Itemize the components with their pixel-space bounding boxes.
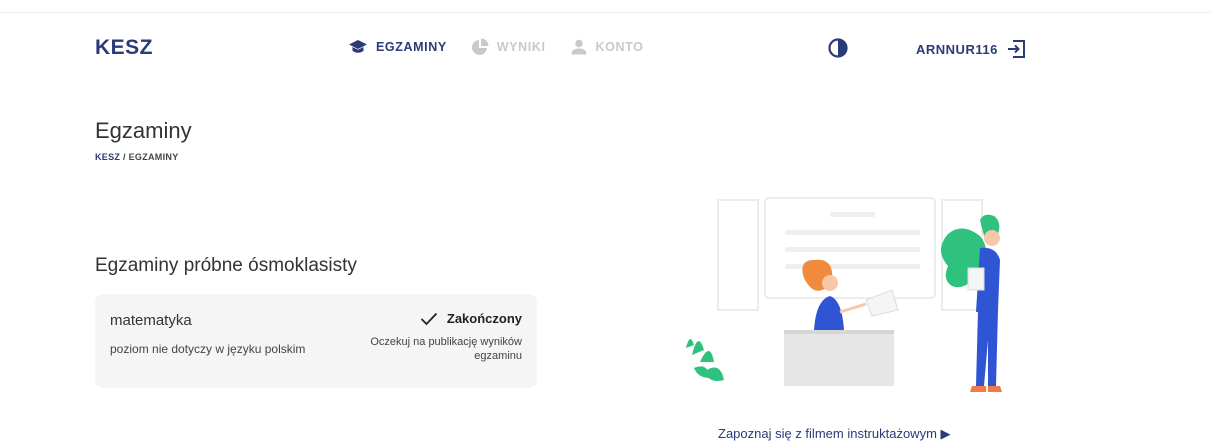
checkmark-icon (420, 312, 438, 326)
nav-item-wyniki[interactable]: WYNIKI (471, 38, 546, 56)
user-icon (570, 39, 588, 55)
contrast-toggle-button[interactable] (828, 38, 848, 63)
nav-item-label: WYNIKI (496, 40, 546, 54)
breadcrumb-current: EGZAMINY (128, 152, 179, 162)
exam-level: poziom nie dotyczy w języku polskim (110, 342, 306, 356)
main-nav: EGZAMINY WYNIKI KONTO (348, 38, 667, 56)
nav-item-label: KONTO (595, 40, 644, 54)
exam-note: Oczekuj na publikację wyników egzaminu (370, 336, 522, 362)
instruction-video-link[interactable]: Zapoznaj się z filmem instruktażowym ▶ (718, 426, 951, 442)
exam-card[interactable]: matematyka poziom nie dotyczy w języku p… (95, 294, 537, 388)
graduation-cap-icon (348, 39, 368, 55)
breadcrumb-root-link[interactable]: KESZ (95, 152, 120, 162)
exam-subject: matematyka (110, 312, 192, 329)
username: ARNNUR116 (916, 41, 998, 57)
exam-illustration (680, 190, 1040, 400)
breadcrumb: KESZ / EGZAMINY (95, 152, 179, 162)
nav-item-egzaminy[interactable]: EGZAMINY (348, 39, 447, 55)
page-title: Egzaminy (95, 118, 192, 143)
breadcrumb-separator: / (120, 152, 129, 162)
contrast-icon (828, 38, 848, 62)
nav-item-label: EGZAMINY (376, 40, 447, 54)
logout-icon[interactable] (1006, 39, 1026, 59)
nav-item-konto[interactable]: KONTO (570, 39, 644, 55)
exam-status-label: Zakończony (446, 311, 522, 326)
top-divider (0, 12, 1211, 13)
section-title: Egzaminy próbne ósmoklasisty (95, 255, 357, 276)
user-menu[interactable]: ARNNUR116 (916, 39, 1026, 59)
logo[interactable]: KESZ (95, 36, 153, 60)
pie-chart-icon (471, 38, 489, 56)
exam-status: Zakończony (420, 311, 522, 326)
